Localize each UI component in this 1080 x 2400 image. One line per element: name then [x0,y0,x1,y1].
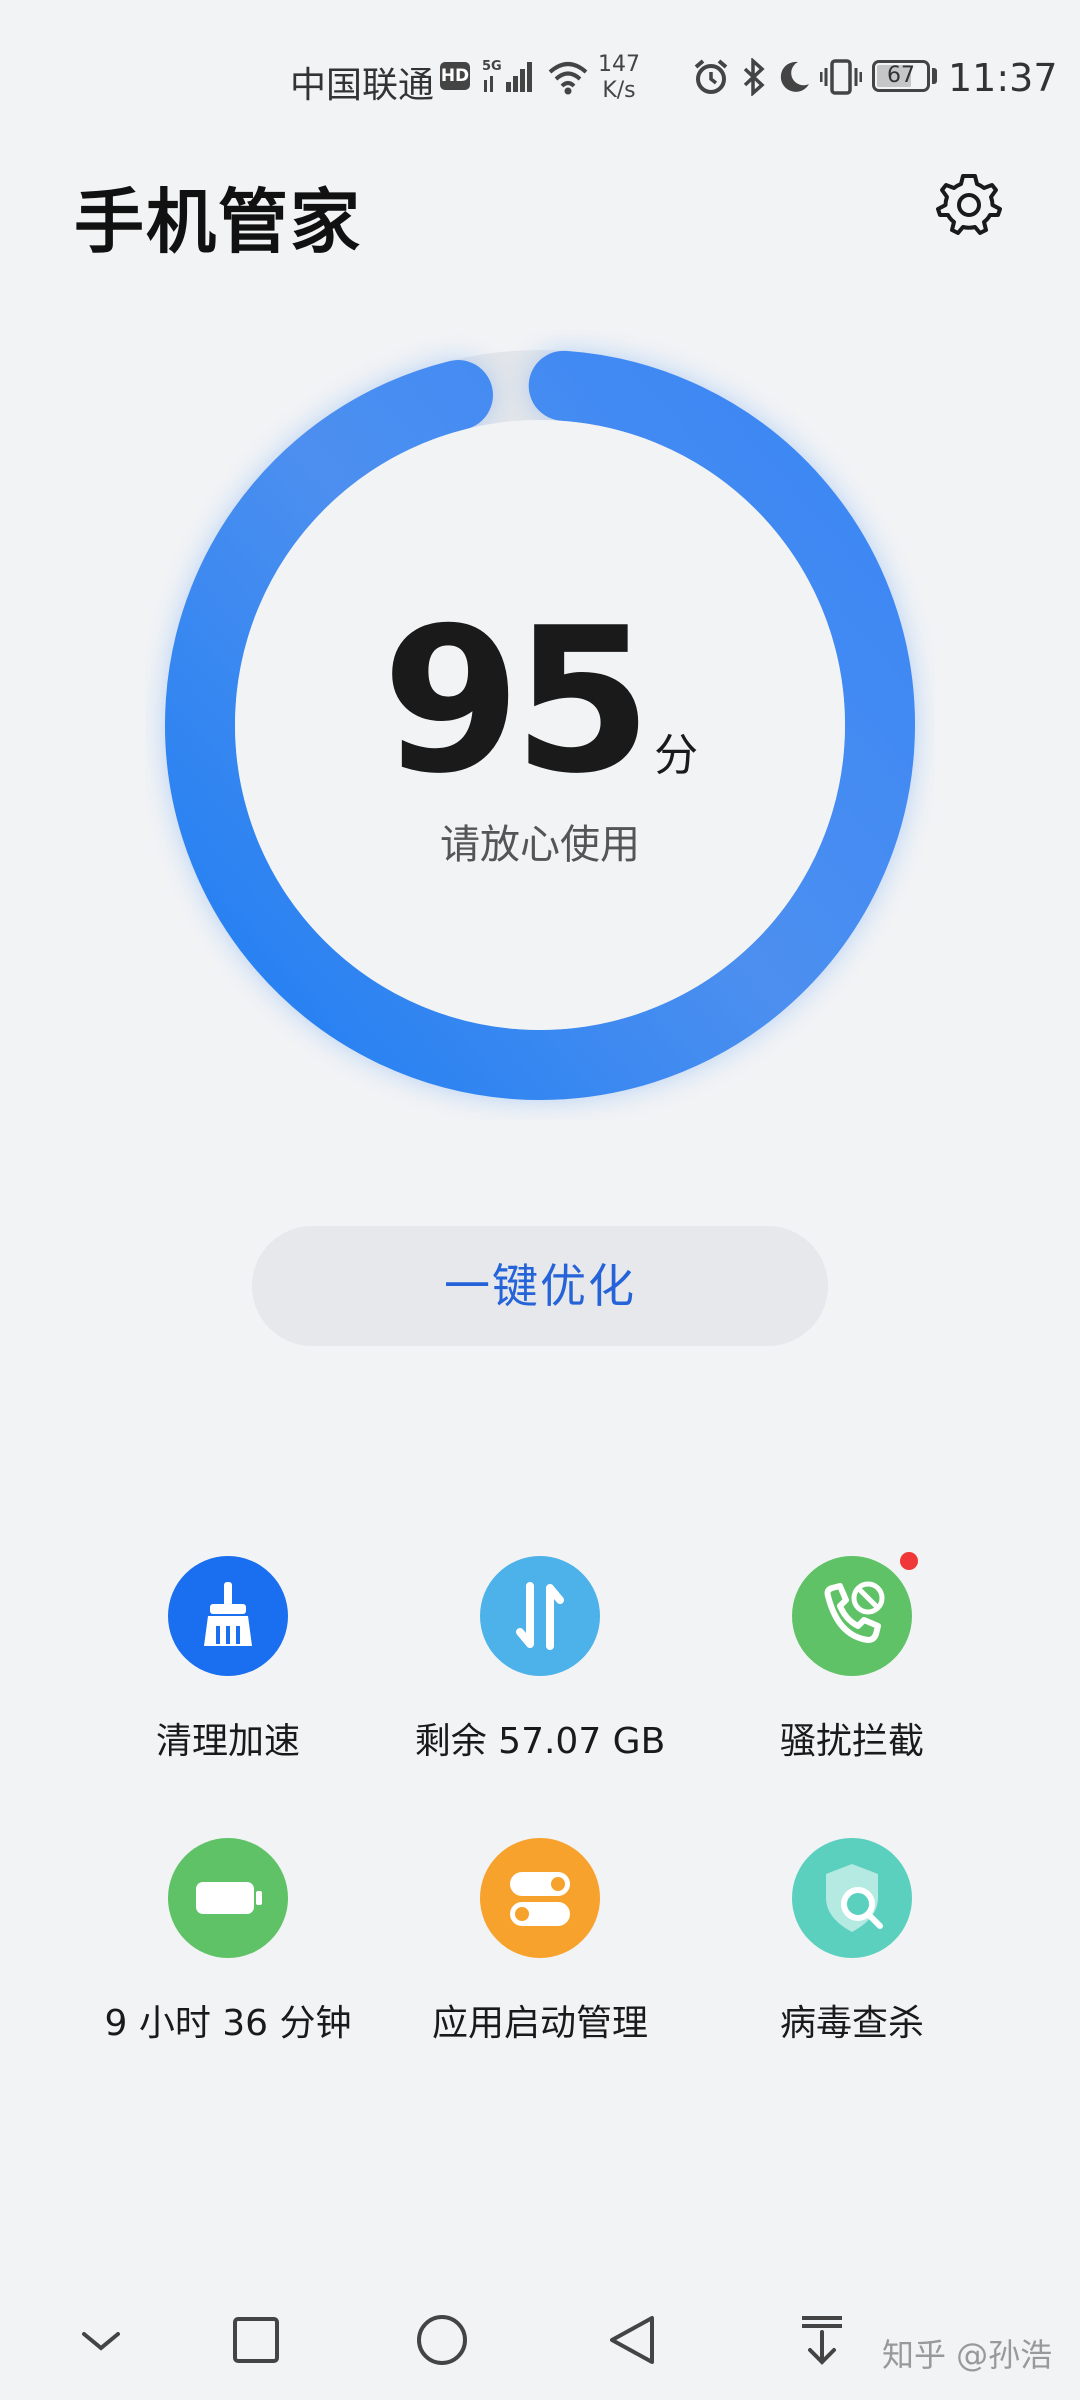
tool-label: 骚扰拦截 [779,1721,924,1762]
page-title: 手机管家 [74,181,362,263]
tool-label: 9 小时 36 分钟 [104,2003,352,2044]
battery-level: 67 [887,63,915,88]
health-score-ring: 95 分 请放心使用 [145,330,935,1120]
tool-label: 清理加速 [155,1721,300,1762]
notification-dot [900,1552,918,1570]
bluetooth-icon [743,58,765,96]
battery-icon [168,1838,288,1958]
tool-label: 应用启动管理 [431,2003,648,2044]
vibrate-icon [820,59,862,95]
network-speed: 147 K/s [598,52,640,104]
alarm-icon [694,59,728,94]
wifi-icon [548,62,588,95]
broom-icon [168,1556,288,1676]
battery-indicator: 67 [872,60,930,92]
tool-clean-speedup[interactable]: 清理加速 [68,1556,388,1764]
tool-label: 剩余 57.07 GB [414,1721,666,1762]
moon-icon [780,61,809,92]
tool-battery[interactable]: 9 小时 36 分钟 [68,1838,388,2046]
svg-text:5G: 5G [482,59,502,74]
tool-storage[interactable]: 剩余 57.07 GB [380,1556,700,1764]
tool-harassment-block[interactable]: 骚扰拦截 [692,1552,1012,1764]
toggle-icon [480,1838,600,1958]
recents-icon[interactable] [226,2310,286,2370]
blocked-call-icon [792,1552,918,1676]
back-icon[interactable] [604,2310,664,2370]
score-value: 95 [381,585,652,818]
score-unit: 分 [654,730,699,781]
clock: 11:37 [948,56,1058,100]
speed-unit: K/s [602,78,636,103]
one-click-optimize-button[interactable]: 一键优化 [252,1226,828,1346]
shield-search-icon [792,1838,912,1958]
score-subtitle: 请放心使用 [440,822,640,868]
watermark: 知乎 @孙浩 [882,2336,1053,2374]
transfer-arrows-icon [480,1556,600,1676]
battery-tip [932,68,937,84]
status-bar: 中国联通 HD 5G 147 K/s 67 11:37 [0,0,1080,160]
hd-badge: HD [440,62,470,90]
home-icon[interactable] [412,2310,472,2370]
score-display: 95 分 [145,585,935,818]
tool-virus-scan[interactable]: 病毒查杀 [692,1838,1012,2046]
carrier-name: 中国联通 [290,65,435,106]
download-icon[interactable] [792,2310,852,2370]
tool-app-launch[interactable]: 应用启动管理 [380,1838,700,2046]
tool-label: 病毒查杀 [779,2003,924,2044]
speed-value: 147 [598,52,640,77]
chevron-down-icon[interactable] [78,2310,124,2370]
gear-icon[interactable] [934,170,1004,240]
signal-icon: 5G [482,59,532,92]
